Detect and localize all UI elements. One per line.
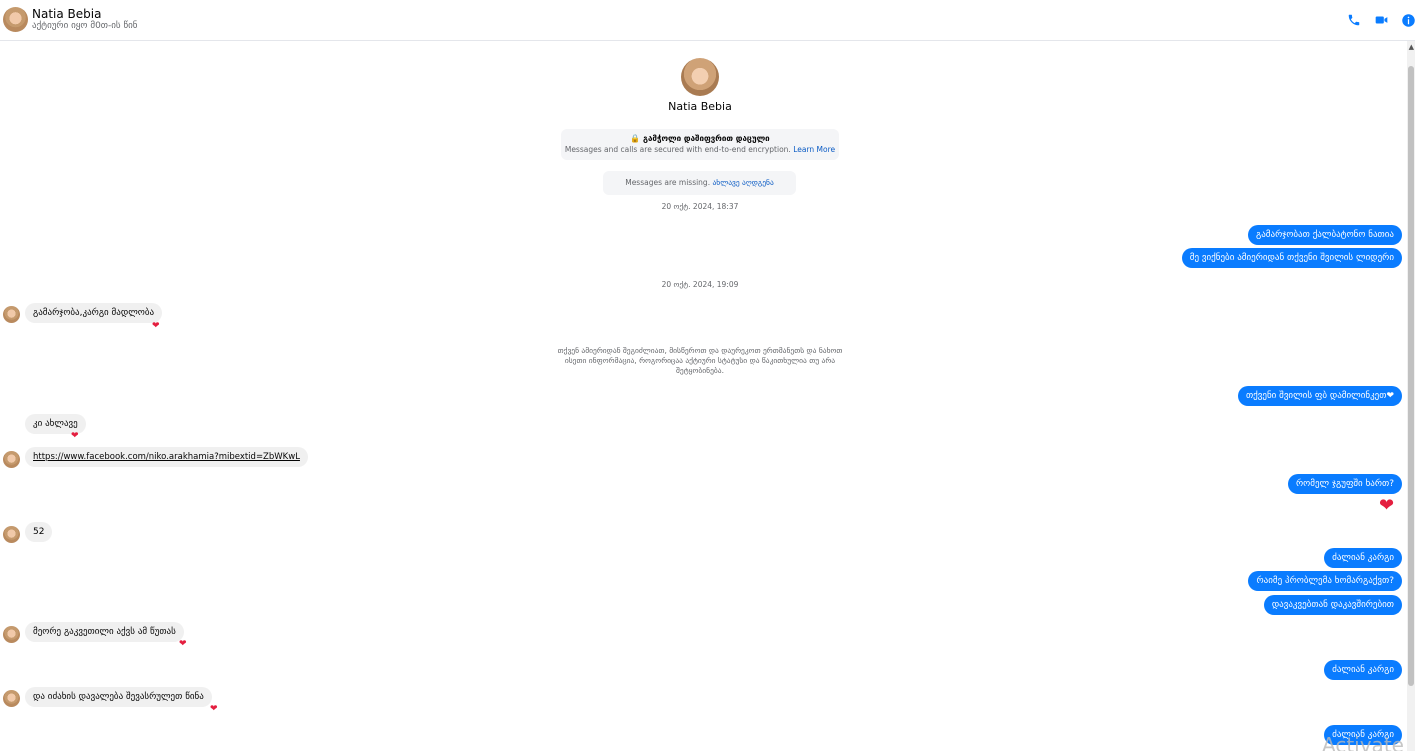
encryption-notice: 🔒 გამჭოლი დაშიფვრით დაცული Messages and … [561, 129, 839, 160]
sender-avatar[interactable] [3, 306, 20, 323]
message-bubble-outgoing[interactable]: დავაკვებთან დაკავშირებით [1263, 595, 1402, 615]
message-bubble-outgoing[interactable]: ძალიან კარგი [1324, 660, 1402, 680]
encryption-subtitle: Messages and calls are secured with end-… [561, 145, 839, 154]
contact-name[interactable]: Natia Bebia [32, 7, 101, 21]
heart-reaction-icon[interactable]: ❤ [71, 431, 79, 441]
learn-more-link[interactable]: Learn More [793, 145, 835, 154]
message-bubble-outgoing[interactable]: თქვენი შვილის ფბ დამილინკეთ❤ [1237, 386, 1402, 406]
timestamp: 20 ოქტ. 2024, 18:37 [661, 202, 739, 211]
message-bubble-incoming[interactable]: 52 [25, 522, 53, 542]
sender-avatar[interactable] [3, 690, 20, 707]
profile-avatar[interactable] [681, 58, 719, 96]
scroll-up-arrow-icon[interactable]: ▲ [1409, 43, 1414, 51]
sender-avatar[interactable] [3, 626, 20, 643]
restore-now-link[interactable]: ახლავე აღდგენა [712, 178, 773, 187]
scrollbar-thumb[interactable] [1408, 66, 1414, 686]
shared-link[interactable]: https://www.facebook.com/niko.arakhamia?… [25, 447, 308, 467]
message-bubble-incoming[interactable]: და იძახის დავალება შევასრულეთ წინა [25, 687, 212, 707]
heart-reaction-icon[interactable]: ❤ [152, 321, 160, 331]
missing-messages-notice: Messages are missing. ახლავე აღდგენა [603, 171, 796, 195]
message-bubble-outgoing[interactable]: რაიმე პრობლემა ხომარგაქვთ? [1248, 571, 1402, 591]
phone-icon[interactable] [1346, 12, 1362, 28]
conversation-header: Natia Bebia აქტიური იყო მ0თ-ის წინ [0, 0, 1415, 41]
heart-reaction-icon[interactable]: ❤ [179, 639, 187, 649]
heart-emoji-icon: ❤ [1379, 495, 1395, 516]
encryption-title: 🔒 გამჭოლი დაშიფვრით დაცული [630, 134, 770, 143]
system-note: თქვენ ამიერიდან შეგიძლიათ, მისწეროთ და დ… [557, 346, 843, 375]
message-bubble-outgoing[interactable]: მე ვიქნები ამიერიდან თქვენი შვილის ლიდერ… [1181, 248, 1402, 268]
missing-text: Messages are missing. [625, 178, 711, 187]
contact-avatar[interactable] [3, 7, 28, 32]
message-bubble-incoming[interactable]: გამარჯობა,კარგი მადლობა [25, 303, 163, 323]
info-icon[interactable] [1400, 12, 1415, 28]
message-bubble-outgoing[interactable]: ძალიან კარგი [1324, 548, 1402, 568]
profile-name: Natia Bebia [668, 100, 732, 113]
encryption-text: Messages and calls are secured with end-… [564, 145, 791, 154]
message-bubble-outgoing[interactable]: რომელ ჯგუფში ხართ? [1288, 474, 1402, 494]
activate-windows-watermark: Activate [1322, 733, 1404, 751]
sender-avatar[interactable] [3, 526, 20, 543]
active-status: აქტიური იყო მ0თ-ის წინ [32, 21, 138, 31]
sender-avatar[interactable] [3, 451, 20, 468]
timestamp: 20 ოქტ. 2024, 19:09 [661, 280, 739, 289]
message-bubble-incoming[interactable]: მეორე გაკვეთილი აქვს ამ წუთას [25, 622, 184, 642]
message-bubble-outgoing[interactable]: გამარჯობათ ქალბატონო ნათია [1248, 225, 1402, 245]
video-call-icon[interactable] [1373, 12, 1389, 28]
heart-reaction-icon[interactable]: ❤ [210, 704, 218, 714]
